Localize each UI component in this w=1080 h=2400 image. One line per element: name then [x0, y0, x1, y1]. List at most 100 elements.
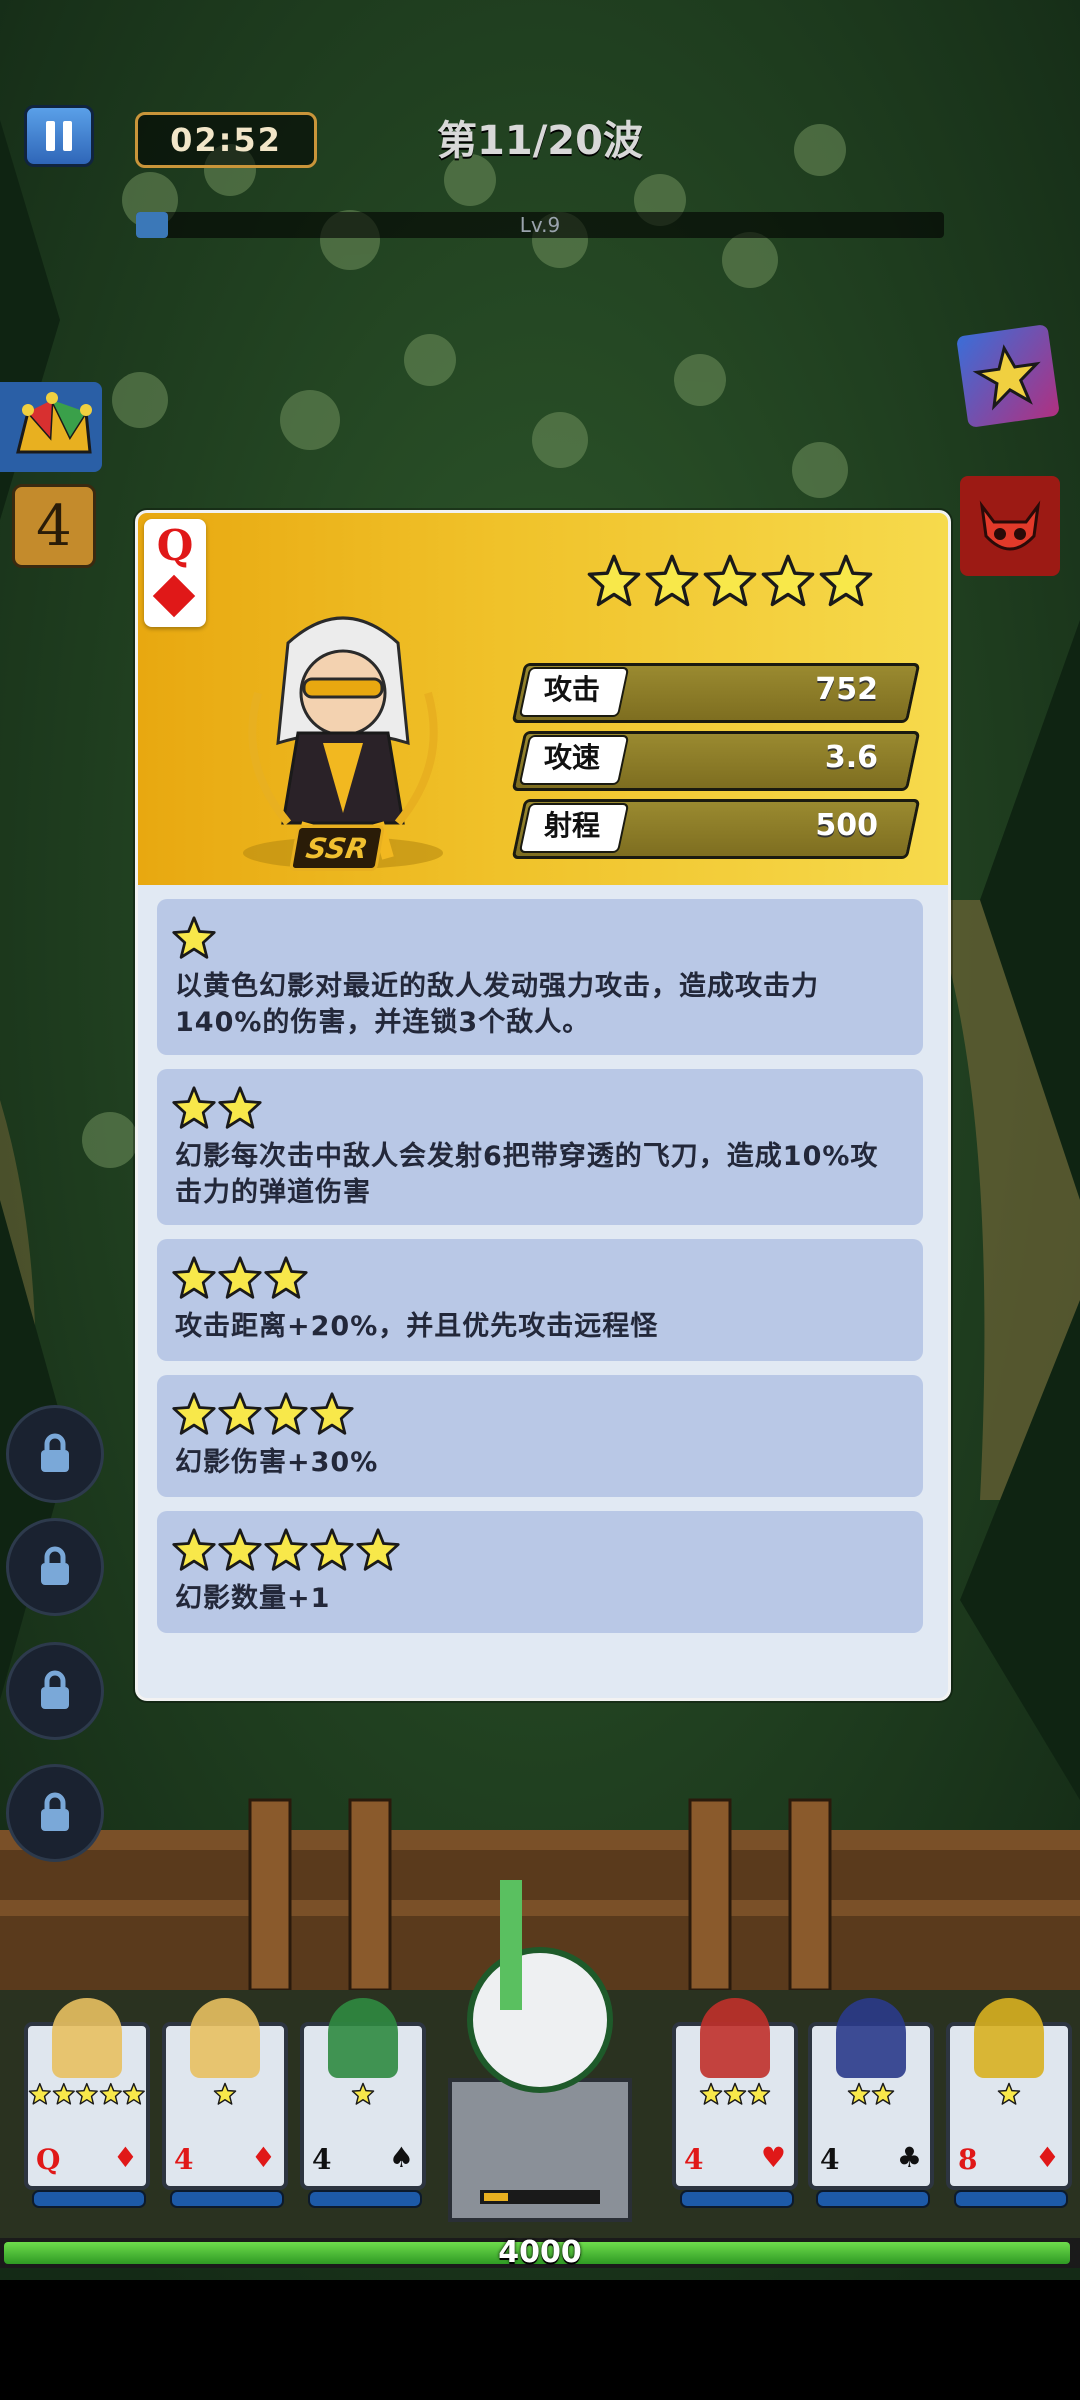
- star-icon: [172, 916, 216, 959]
- hero-card-portrait: [328, 1998, 398, 2078]
- boss-demon-button[interactable]: [960, 476, 1060, 576]
- locked-slot-1[interactable]: [6, 1405, 104, 1503]
- demon-skull-icon: [979, 500, 1041, 551]
- skill-star-rating: [171, 1255, 309, 1301]
- skill-tier-2: 幻影每次击中敌人会发射6把带穿透的飞刀，造成10%攻 击力的弹道伤害: [157, 1069, 923, 1225]
- locked-slot-4[interactable]: [6, 1764, 104, 1862]
- star-icon: [310, 1392, 354, 1435]
- stat-row-attack: 攻击 752: [511, 663, 921, 723]
- diamond-suit-icon: [152, 574, 196, 618]
- skill-description-line: 幻影伤害+30%: [175, 1447, 379, 1478]
- hero-card-energy-bar: [680, 2190, 794, 2208]
- pause-icon: [46, 121, 55, 151]
- star-icon: [264, 1256, 308, 1299]
- hero-card-suit-icon: ♦: [112, 2141, 138, 2174]
- skill-tier-5: 幻影数量+1: [157, 1511, 923, 1633]
- star-icon: [699, 2082, 723, 2105]
- wave-counter: 第11/20波: [437, 118, 643, 164]
- locked-slot-2[interactable]: [6, 1518, 104, 1616]
- star-icon: [356, 1528, 400, 1571]
- star-icon: [819, 554, 873, 607]
- stat-label: 射程: [543, 809, 600, 842]
- hero-card[interactable]: 4 ♠: [300, 1998, 426, 2208]
- lock-icon: [41, 1433, 69, 1472]
- star-icon: [264, 1528, 308, 1571]
- wave-timer: 02:52: [135, 112, 317, 168]
- hero-card-energy-bar: [816, 2190, 930, 2208]
- skill-description-line: 140%的伤害，并连锁3个敌人。: [175, 1007, 591, 1038]
- hero-card-energy-bar: [170, 2190, 284, 2208]
- star-icon: [218, 1086, 262, 1129]
- star-icon: [351, 2082, 375, 2105]
- stat-row-attack-speed: 攻速 3.6: [511, 731, 921, 791]
- hero-card-portrait: [836, 1998, 906, 2078]
- stat-value: 500: [815, 808, 878, 843]
- star-icon: [218, 1528, 262, 1571]
- hero-card-stars: [676, 2082, 794, 2106]
- skill-tier-1: 以黄色幻影对最近的敌人发动强力攻击，造成攻击力 140%的伤害，并连锁3个敌人。: [157, 899, 923, 1055]
- skill-description-line: 幻影数量+1: [175, 1583, 331, 1614]
- hero-card-suit-icon: ♦: [1034, 2141, 1060, 2174]
- star-icon: [75, 2082, 99, 2105]
- hero-card-rank: Q: [36, 2143, 61, 2176]
- jester-hat-button[interactable]: [0, 382, 102, 472]
- hero-star-rating: [586, 553, 874, 609]
- hero-card-rank: 4: [174, 2143, 194, 2176]
- star-icon: [310, 1528, 354, 1571]
- skill-description-line: 击力的弹道伤害: [175, 1177, 371, 1208]
- hero-card-portrait: [974, 1998, 1044, 2078]
- skill-star-rating: [171, 915, 217, 961]
- star-icon: [723, 2082, 747, 2105]
- star-icon: [847, 2082, 871, 2105]
- pause-button[interactable]: [24, 105, 94, 167]
- hero-card-stars: [950, 2082, 1068, 2106]
- star-icon: [172, 1528, 216, 1571]
- star-icon: [172, 1256, 216, 1299]
- locked-slot-3[interactable]: [6, 1642, 104, 1740]
- hero-card-portrait: [190, 1998, 260, 2078]
- stat-label: 攻速: [543, 741, 600, 774]
- skill-description-line: 幻影每次击中敌人会发射6把带穿透的飞刀，造成10%攻: [175, 1141, 879, 1172]
- skill-tier-3: 攻击距离+20%，并且优先攻击远程怪: [157, 1239, 923, 1361]
- hero-card[interactable]: 4 ♥: [672, 1998, 798, 2208]
- base-health-bar: 4000: [0, 2238, 1080, 2268]
- hero-card-energy-bar: [32, 2190, 146, 2208]
- hero-detail-panel: Q SSR 攻击 752 攻速 3.6 射程 500 以黄色幻影对最近的敌人发动…: [135, 510, 951, 1701]
- star-icon: [99, 2082, 122, 2105]
- star-icon: [123, 2082, 146, 2105]
- stat-row-range: 射程 500: [511, 799, 921, 859]
- card-deck-button[interactable]: [956, 324, 1060, 428]
- hero-card-stars: [304, 2082, 422, 2106]
- pause-icon-bar: [63, 121, 72, 151]
- star-icon: [747, 2082, 771, 2105]
- skill-star-rating: [171, 1085, 263, 1131]
- hero-card[interactable]: Q ♦: [24, 1998, 150, 2208]
- lock-icon: [41, 1670, 69, 1709]
- jester-hat-icon: [16, 392, 92, 454]
- skill-description-line: 攻击距离+20%，并且优先攻击远程怪: [175, 1311, 659, 1342]
- star-icon: [587, 554, 641, 607]
- hero-card-rank: 4: [312, 2143, 332, 2176]
- skill-description-line: 以黄色幻影对最近的敌人发动强力攻击，造成攻击力: [175, 971, 819, 1002]
- hero-card[interactable]: 4 ♦: [162, 1998, 288, 2208]
- star-icon: [213, 2082, 237, 2105]
- star-icon: [218, 1392, 262, 1435]
- hero-card-rank: 4: [820, 2143, 840, 2176]
- star-icon: [218, 1256, 262, 1299]
- hero-card-suit-icon: ♦: [250, 2141, 276, 2174]
- hero-card-rank: 4: [684, 2143, 704, 2176]
- hero-card-rank: 8: [958, 2143, 978, 2176]
- base-health-value: 4000: [498, 2235, 582, 2270]
- star-icon: [172, 1392, 216, 1435]
- hero-card[interactable]: 4 ♣: [808, 1998, 934, 2208]
- hero-card-stars: [28, 2082, 146, 2106]
- skill-star-rating: [171, 1391, 355, 1437]
- lock-icon: [41, 1546, 69, 1585]
- stat-label: 攻击: [543, 673, 600, 706]
- hero-card[interactable]: 8 ♦: [946, 1998, 1072, 2208]
- game-scene: 02:52 第11/20波 Lv.9 4 Q SSR 攻击 752 攻速 3.6…: [0, 0, 1080, 2400]
- skill-tier-4: 幻影伤害+30%: [157, 1375, 923, 1497]
- skill-star-rating: [171, 1527, 401, 1573]
- hero-card-stars: [812, 2082, 930, 2106]
- rarity-badge: SSR: [288, 825, 386, 871]
